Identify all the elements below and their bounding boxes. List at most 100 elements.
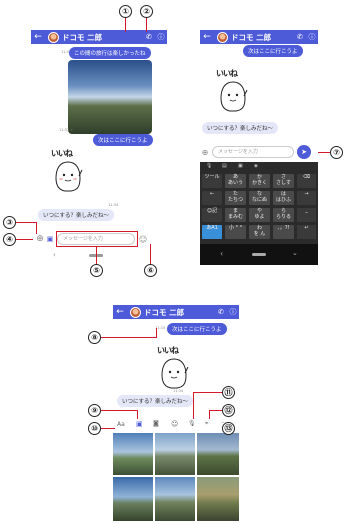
callout-line [193,392,222,394]
add-icon[interactable]: ⊕ [200,148,210,157]
gallery-thumbnail[interactable] [113,433,153,475]
key-ta[interactable]: た たちつ [225,191,246,205]
attachment-toolbar: Aa ▣ ◙ ☺ 🎙 ⌖ ··· [113,419,239,431]
key-ma[interactable]: ま まみむ [225,208,246,222]
callout-1: ① [119,5,132,18]
back-arrow-icon[interactable]: ← [31,32,45,42]
nav-home-pill[interactable] [252,253,266,256]
callout-line [36,222,38,234]
key-symbol[interactable]: ☺記 [202,208,222,222]
clipboard-icon[interactable]: ▤ [222,163,227,169]
emoji-icon[interactable]: ☺ [137,235,149,244]
callout-line [156,328,158,338]
key-a[interactable]: あ あいう [225,174,246,188]
callout-line [209,410,222,412]
callout-line [101,410,137,412]
sticker-text: いいね [51,148,73,158]
sent-photo[interactable] [68,60,152,134]
message-input[interactable]: メッセージを入力 [212,146,294,158]
back-arrow-icon[interactable]: ← [113,307,127,317]
gallery-thumbnail[interactable] [155,477,195,521]
shield-icon[interactable]: ◈ [254,163,258,169]
callout-9: ⑨ [88,404,101,417]
app-bar: ← ドコモ 二郎 ✆ ⓘ [200,30,318,44]
key-enter[interactable]: ↵ [297,225,316,239]
gallery-thumbnail[interactable] [197,433,239,475]
mic-icon[interactable]: 🎙 [188,420,196,427]
key-ra[interactable]: ら らりる [273,208,294,222]
gallery-icon[interactable]: ▣ [238,163,243,169]
callout-3: ③ [3,216,16,229]
add-icon[interactable]: ⊕ [35,234,45,244]
key-right[interactable]: → [297,191,316,205]
key-small[interactable]: 小 ° ° [225,225,246,239]
key-backspace[interactable]: ⌫ [297,174,316,188]
key-punct[interactable]: 、。?! [273,225,294,239]
callout-13: ⑬ [222,422,235,435]
key-space[interactable]: ⎵ [297,208,316,222]
mic-icon[interactable]: 🎙 [206,163,212,169]
info-icon[interactable]: ⓘ [306,32,318,42]
received-message[interactable]: いつにする？楽しみだね〜 [202,122,279,134]
info-icon[interactable]: ⓘ [227,307,239,317]
callout-4: ④ [3,233,16,246]
nav-back-icon[interactable]: ‹ [220,249,223,258]
avatar[interactable] [217,31,228,43]
emoji-icon[interactable]: ☺ [171,420,178,428]
input-highlight [56,231,138,247]
gallery-thumbnail[interactable] [113,477,153,521]
screen-keyboard: ← ドコモ 二郎 ✆ ⓘ 次はここに行こうよ いいね いつにする？楽しみだね〜 … [200,30,318,265]
received-message[interactable]: いつにする？楽しみだね〜 [117,395,194,407]
text-mode-icon[interactable]: Aa [117,421,125,428]
call-icon[interactable]: ✆ [143,33,155,41]
callout-line [193,392,195,419]
callout-line [125,18,127,32]
gallery-thumbnail[interactable] [155,433,195,475]
camera-icon[interactable]: ▣ [45,235,55,243]
key-na[interactable]: な なにぬ [249,191,270,205]
sent-message[interactable]: 次はここに行こうよ [243,45,303,57]
key-wa[interactable]: わ を ん [249,225,270,239]
key-sa[interactable]: さ さしす [273,174,294,188]
screen-conversation: ← ドコモ 二郎 ✆ ⓘ 11:33 ✓ この間の旅行は楽しかったね 11:33… [31,30,167,146]
callout-6: ⑥ [144,264,157,277]
key-ya[interactable]: や ゆよ [249,208,270,222]
received-message[interactable]: いつにする？楽しみだね〜 [38,209,115,221]
location-icon[interactable]: ⌖ [205,420,208,428]
sent-message[interactable]: この間の旅行は楽しかったね [69,47,151,59]
info-icon[interactable]: ⓘ [155,32,167,42]
callout-8: ⑧ [88,331,101,344]
call-icon[interactable]: ✆ [294,33,306,41]
callout-line [209,410,211,419]
key-mode[interactable]: あA1 [202,225,222,239]
callout-line [146,18,148,32]
sent-message[interactable]: 次はここに行こうよ [167,323,227,335]
avatar[interactable] [130,306,141,318]
callout-line [101,428,115,430]
sticker[interactable]: いいね [51,148,85,200]
ghost-sticker-icon [55,161,83,192]
callout-line [16,222,36,224]
callout-7: ⑦ [330,146,343,159]
sticker-text: いいね [216,68,238,78]
keyboard-hide-icon[interactable]: ⌄ [292,249,298,257]
camera-icon[interactable]: ◙ [153,420,159,427]
avatar[interactable] [48,31,59,43]
back-arrow-icon[interactable]: ← [200,32,214,42]
key-ha[interactable]: は はひふ [273,191,294,205]
gallery-icon[interactable]: ▣ [136,420,143,428]
keyboard: 🎙 ▤ ▣ ◈ ツール あ あいう か かきく さ さしす ⌫ ← た たちつ … [200,162,318,265]
callout-line [137,410,139,419]
sticker[interactable]: いいね [216,68,250,120]
call-icon[interactable]: ✆ [215,308,227,316]
key-tool[interactable]: ツール [202,174,222,188]
sent-message[interactable]: 次はここに行こうよ [93,134,153,146]
callout-10: ⑩ [88,422,101,435]
key-ka[interactable]: か かきく [249,174,270,188]
input-bar: ⊕ メッセージを入力 ➤ [200,144,318,160]
callout-2: ② [140,5,153,18]
key-left[interactable]: ← [202,191,222,205]
nav-back-icon[interactable]: ‹ [53,251,56,259]
send-button[interactable]: ➤ [297,145,311,159]
gallery-thumbnail[interactable] [197,477,239,521]
